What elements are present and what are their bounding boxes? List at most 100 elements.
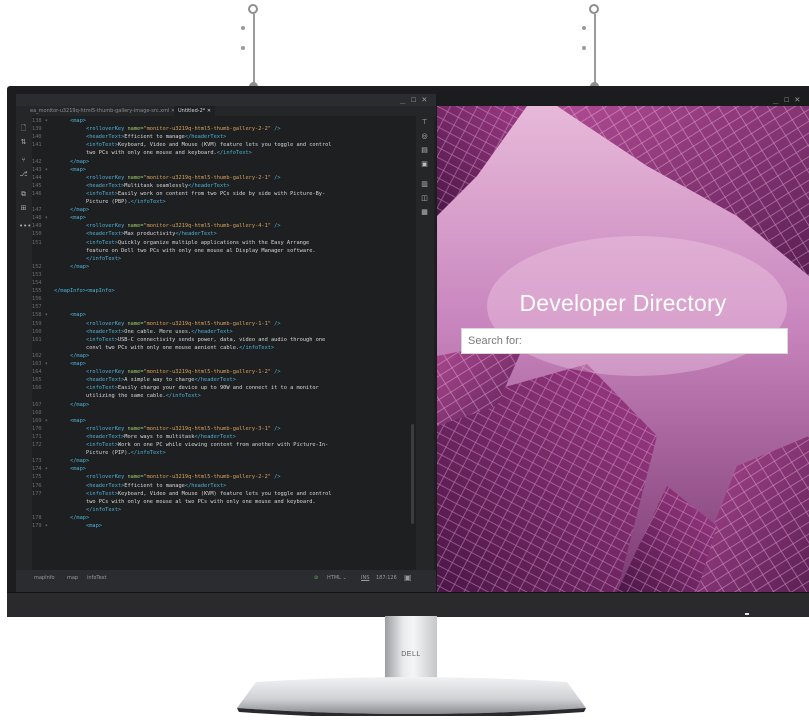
layers-icon[interactable]: ▦ [420, 208, 429, 217]
line-number: 164 [32, 369, 42, 376]
line-number: 147 [32, 207, 42, 214]
line-number: 148 ▾ [32, 215, 48, 222]
line-number: 178 [32, 514, 42, 521]
editor-scrollbar[interactable] [411, 424, 414, 524]
branch-icon[interactable]: ⑂ [19, 156, 28, 164]
line-number: 153 [32, 271, 42, 278]
line-number: 168 [32, 409, 42, 416]
search-field[interactable] [461, 328, 788, 354]
code-line[interactable]: <map> [70, 361, 86, 367]
code-line[interactable]: <infoText>Work on one PC while viewing c… [86, 442, 328, 448]
line-number: 175 [32, 474, 42, 481]
git-icon[interactable]: ⎇ [19, 170, 28, 178]
sort-icon[interactable]: ⇅ [19, 138, 28, 146]
code-editor-window: _ ☐ ✕ ea_monitor-u3219q-html5-thumb-gall… [16, 94, 436, 592]
code-line[interactable]: Picture (PBP).</infoText> [86, 199, 166, 205]
database-icon[interactable]: ◫ [420, 194, 429, 203]
browser-window-controls[interactable]: _ ☐ ✕ [773, 94, 800, 106]
line-number: 159 [32, 320, 42, 327]
settings-icon[interactable]: ▣ [404, 573, 412, 582]
power-led [745, 613, 749, 615]
line-number: 143 ▾ [32, 166, 48, 173]
code-line[interactable]: </map> [70, 515, 89, 521]
code-line[interactable]: <map> [70, 118, 86, 124]
code-line[interactable]: <rolloverKey name="monitor-u3219q-html5-… [86, 426, 281, 432]
line-number: 158 ▾ [32, 312, 48, 319]
line-number: 151 [32, 239, 42, 246]
line-number: 152 [32, 263, 42, 270]
code-line[interactable]: </map> [70, 353, 89, 359]
file-icon[interactable]: 🗋 [19, 124, 28, 132]
code-line[interactable]: <rolloverKey name="monitor-u3219q-html5-… [86, 369, 281, 375]
tab-xml-file[interactable]: ea_monitor-u3219q-html5-thumb-gallery-im… [26, 106, 179, 116]
code-line[interactable]: <headerText>One cable. More uses.</heade… [86, 329, 233, 335]
code-line[interactable]: <rolloverKey name="monitor-u3219q-html5-… [86, 474, 281, 480]
code-line[interactable]: two PCs with only one mouse al two PCs w… [86, 499, 316, 505]
line-number: 141 [32, 142, 42, 149]
line-number: 172 [32, 442, 42, 448]
clipboard-icon[interactable]: ▥ [420, 180, 429, 189]
code-line[interactable]: convl two PCs with only one mouse aenien… [86, 345, 274, 351]
code-line[interactable]: <rolloverKey name="monitor-u3219q-html5-… [86, 321, 281, 327]
code-line[interactable]: </mapInfo><mapInfo> [54, 288, 115, 294]
code-line[interactable]: </map> [70, 207, 89, 213]
line-number: 179 ▾ [32, 523, 48, 529]
line-number: 161 [32, 336, 42, 343]
code-line[interactable]: Picture (PIP).</infoText> [86, 450, 166, 456]
code-line[interactable]: <headerText>Multitask seamlessly</header… [86, 183, 230, 189]
breadcrumb-item[interactable]: infoText [87, 575, 107, 581]
more-icon[interactable]: ••• [19, 222, 31, 230]
monitor-screen: _ ☐ ✕ ea_monitor-u3219q-html5-thumb-gall… [16, 94, 809, 592]
code-line[interactable]: <map> [70, 418, 86, 424]
line-number: 166 [32, 385, 42, 392]
search-input[interactable] [462, 329, 787, 353]
language-selector[interactable]: HTML ⌄ [327, 575, 347, 581]
line-number: 150 [32, 231, 42, 238]
sitemap-icon[interactable]: ⊤ [420, 118, 429, 127]
code-line[interactable]: </map> [70, 458, 89, 464]
code-line[interactable]: feature on Dell two PCs with only one mo… [86, 248, 316, 254]
code-line[interactable]: <map> [86, 523, 102, 529]
code-line[interactable]: <headerText>Efficient to manage</headerT… [86, 483, 226, 489]
code-area[interactable]: <map> <rolloverKey name="monitor-u3219q-h… [54, 116, 414, 570]
code-line[interactable]: <infoText>Easily charge your device up t… [86, 385, 319, 391]
breadcrumb-item[interactable]: mapInfo [34, 575, 55, 581]
code-line[interactable]: <rolloverKey name="monitor-u3219q-html5-… [86, 223, 281, 229]
copy-icon[interactable]: ⧉ [19, 190, 28, 198]
code-line[interactable]: <infoText>Keyboard, Video and Mouse (KVM… [86, 491, 332, 497]
code-line[interactable]: <map> [70, 466, 86, 472]
code-line[interactable]: </infoText> [86, 256, 121, 262]
line-number: 140 [32, 134, 42, 141]
code-line[interactable]: <map> [70, 312, 86, 318]
editor-window-controls[interactable]: _ ☐ ✕ [400, 94, 427, 106]
line-number: 173 [32, 458, 42, 465]
code-line[interactable]: <rolloverKey name="monitor-u3219q-html5-… [86, 175, 281, 181]
line-number: 177 [32, 490, 42, 497]
line-number: 160 [32, 328, 42, 335]
code-line[interactable]: <headerText>A simple way to charge</head… [86, 377, 236, 383]
code-line[interactable]: </map> [70, 264, 89, 270]
code-line[interactable]: </infoText> [86, 507, 121, 513]
line-number: 176 [32, 482, 42, 489]
code-line[interactable]: </map> [70, 402, 89, 408]
extension-icon[interactable]: ⊞ [19, 204, 28, 212]
code-line[interactable]: <headerText>Max productivity</headerText… [86, 231, 217, 237]
code-line[interactable]: <map> [70, 167, 86, 173]
image-icon[interactable]: ▣ [420, 160, 429, 169]
breadcrumb-item[interactable]: map [67, 575, 78, 581]
insert-mode-indicator[interactable]: INS [361, 575, 369, 581]
code-line[interactable]: </map> [70, 159, 89, 165]
tab-untitled-2[interactable]: Untitled-2* ✕ [174, 106, 216, 116]
code-line[interactable]: <infoText>USB-C connectivity sends power… [86, 337, 325, 343]
code-line[interactable]: two PCs with only one mouse and keyboard… [86, 150, 252, 156]
code-line[interactable]: <headerText>More ways to multitask</head… [86, 434, 236, 440]
code-line[interactable]: <map> [70, 215, 86, 221]
preview-icon[interactable]: ◎ [420, 132, 429, 141]
code-line[interactable]: <rolloverKey name="monitor-u3219q-html5-… [86, 126, 281, 132]
code-line[interactable]: <infoText>Keyboard, Video and Mouse (KVM… [86, 142, 332, 148]
code-line[interactable]: <headerText>Efficient to manage</headerT… [86, 134, 226, 140]
code-line[interactable]: <infoText>Quickly organize multiple appl… [86, 240, 309, 246]
code-line[interactable]: <infoText>Easily work on content from tw… [86, 191, 325, 197]
code-line[interactable]: utilizing the same cable.</infoText> [86, 393, 201, 399]
snippet-icon[interactable]: ▤ [420, 146, 429, 155]
